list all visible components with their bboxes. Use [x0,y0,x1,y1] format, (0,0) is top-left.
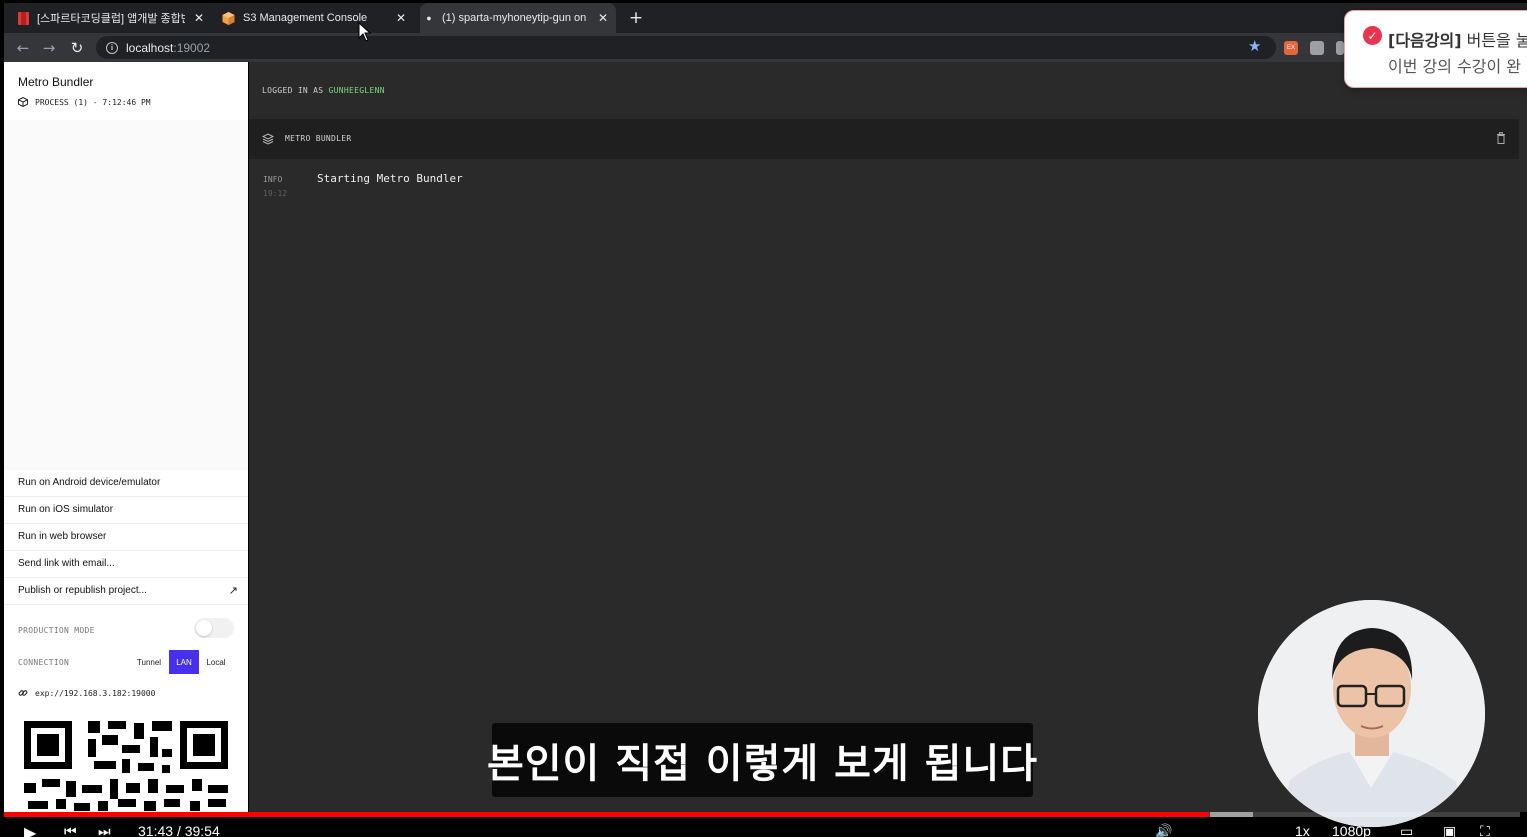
camera-extension-icon[interactable] [1310,41,1324,55]
info-icon[interactable]: i [106,41,118,54]
next-lecture-toast: ✓ [다음강의] 버튼을 눌 이번 강의 수강이 완 [1344,10,1527,88]
publish-label: Publish or republish project... [18,585,147,596]
url-port: :19002 [173,40,211,55]
sidebar-empty-area [4,120,248,470]
toast-line-2: 이번 강의 수강이 완 [1388,57,1522,76]
subtitles-icon[interactable]: ▭ [1400,823,1413,837]
log-level: INFO [263,175,283,184]
divider [4,496,248,497]
cube-icon [18,97,28,107]
aws-box-icon [222,11,235,25]
tab-label: [스파르타코딩클럽] 앱개발 종합반 - [37,13,185,25]
speed-button[interactable]: 1x [1295,823,1310,837]
production-mode-toggle[interactable] [194,618,234,638]
production-mode-label: PRODUCTION MODE [18,626,95,635]
extension-icon[interactable]: EX [1284,41,1298,55]
tab-s3-console[interactable]: S3 Management Console ✕ [222,3,410,33]
run-ios-button[interactable]: Run on iOS simulator [18,504,238,515]
metro-bundler-panel-header: METRO BUNDLER [249,119,1519,159]
send-email-button[interactable]: Send link with email... [18,558,238,569]
bookmark-star-icon[interactable]: ★ [1248,37,1261,55]
address-bar[interactable]: i localhost:19002 [96,36,1276,59]
time-display: 31:43 / 39:54 [138,823,220,837]
back-button[interactable]: ← [12,33,34,62]
pip-icon[interactable]: ▣ [1443,823,1456,837]
mouse-cursor-icon [358,22,372,42]
expo-dot-icon [427,16,431,20]
url-host: localhost [126,40,174,55]
webcam-overlay [1258,600,1485,827]
log-message: Starting Metro Bundler [317,172,463,185]
toast-line-1-bold: [다음강의] [1388,31,1462,50]
video-progress-buffer [1210,812,1253,817]
username: GUNHEEGLENN [328,86,385,95]
tab-expo-devtools[interactable]: (1) sparta-myhoneytip-gun on ✕ [420,3,616,33]
time-separator: / [176,823,181,837]
logged-in-status: LOGGED IN AS GUNHEEGLENN [262,86,385,95]
process-text: PROCESS (1) - 7:12:46 PM [35,97,151,107]
divider [4,523,248,524]
video-subtitle: 본인이 직접 이렇게 보게 됩니다 [487,723,1037,797]
sidebar-title: Metro Bundler [18,75,94,89]
devtools-sidebar: Metro Bundler PROCESS (1) - 7:12:46 PM R… [4,62,248,812]
close-icon[interactable]: ✕ [190,3,208,33]
forward-button[interactable]: → [38,33,60,62]
link-icon [18,690,28,696]
fullscreen-icon[interactable]: ⛶ [1480,823,1490,837]
divider [4,577,248,578]
toggle-knob [196,620,212,636]
volume-icon[interactable]: 🔊 [1155,823,1172,837]
toast-line-1-rest: 버튼을 눌 [1461,31,1527,50]
trash-icon[interactable] [1496,132,1506,144]
tab-sparta-coding[interactable]: [스파르타코딩클럽] 앱개발 종합반 - ✕ [18,3,208,33]
current-time: 31:43 [138,823,174,837]
bookmark-icon [18,11,29,25]
connection-lan-option[interactable]: LAN [169,650,199,674]
video-progress-fill [4,812,1210,817]
publish-button[interactable]: Publish or republish project... ↗ [18,585,238,597]
connection-local-option[interactable]: Local [201,650,231,674]
extension-icon-2[interactable] [1336,41,1344,55]
new-tab-button[interactable]: + [626,3,646,33]
browser-tab-bar: [스파르타코딩클럽] 앱개발 종합반 - ✕ S3 Management Con… [4,3,1527,33]
log-time: 19:12 [263,189,288,198]
toast-line-1: [다음강의] 버튼을 눌 [1388,27,1527,51]
qr-code [22,719,232,812]
close-icon[interactable]: ✕ [594,3,612,33]
connection-tunnel-option[interactable]: Tunnel [132,650,166,674]
external-link-icon: ↗ [228,585,238,597]
play-button[interactable]: ▶ [24,823,36,837]
layers-icon [262,133,274,145]
run-android-button[interactable]: Run on Android device/emulator [18,477,238,488]
panel-title: METRO BUNDLER [285,134,352,143]
screen: [스파르타코딩클럽] 앱개발 종합반 - ✕ S3 Management Con… [0,0,1527,837]
sidebar-header: Metro Bundler PROCESS (1) - 7:12:46 PM [4,62,248,120]
logged-in-prefix: LOGGED IN AS [262,86,324,95]
close-icon[interactable]: ✕ [392,3,410,33]
exp-url[interactable]: exp://192.168.3.182:19000 [18,688,155,698]
process-info: PROCESS (1) - 7:12:46 PM [18,97,151,107]
check-icon: ✓ [1363,26,1382,45]
quality-button[interactable]: 1080p [1332,823,1371,837]
next-button[interactable]: ⏭ [98,823,111,837]
tab-label: (1) sparta-myhoneytip-gun on [442,12,587,24]
run-web-button[interactable]: Run in web browser [18,531,238,542]
duration: 39:54 [184,823,220,837]
connection-label: CONNECTION [18,658,70,667]
previous-button[interactable]: ⏮ [64,823,77,837]
browser-toolbar: ← → ↻ i localhost:19002 ★ EX [4,33,1527,62]
reload-button[interactable]: ↻ [66,33,88,62]
divider [4,550,248,551]
divider [4,604,248,605]
exp-url-text: exp://192.168.3.182:19000 [35,688,156,698]
